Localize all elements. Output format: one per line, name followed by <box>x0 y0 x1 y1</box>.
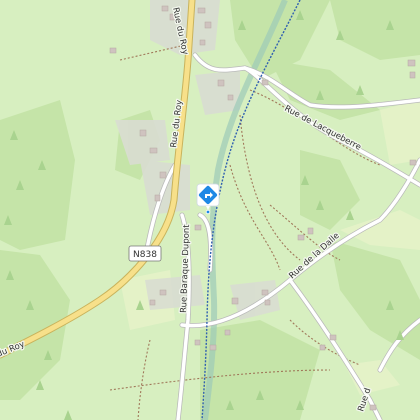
route-shield-n838: N838 <box>128 245 162 262</box>
route-shield-label: N838 <box>133 250 157 260</box>
map-svg: Rue du Roy Rue du Roy du Roy Rue de Lacq… <box>0 0 420 420</box>
map-canvas[interactable]: Rue du Roy Rue du Roy du Roy Rue de Lacq… <box>0 0 420 420</box>
